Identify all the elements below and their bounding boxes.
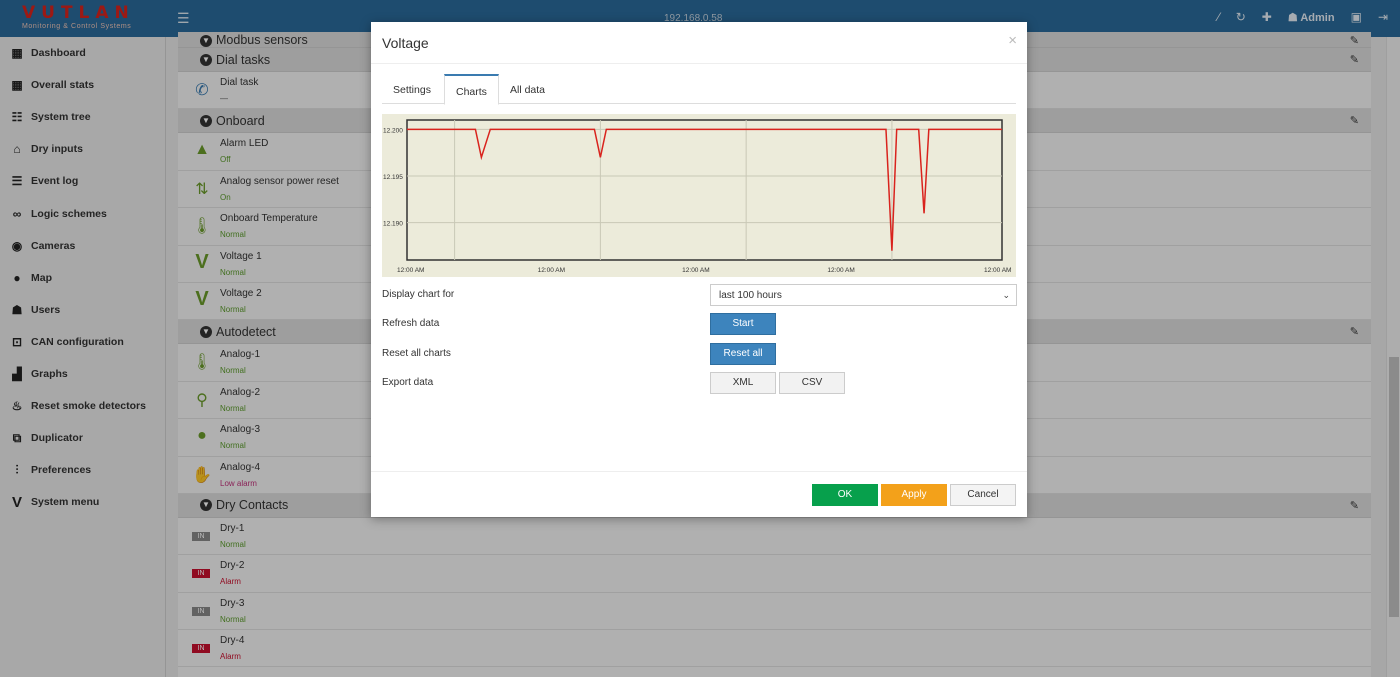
dialog-title: Voltage <box>382 35 429 51</box>
y-tick-label: 12.200 <box>383 127 403 134</box>
x-tick-label: 12:00 AM <box>827 267 854 274</box>
y-tick-label: 12.195 <box>383 174 403 181</box>
x-tick-label: 12:00 AM <box>397 267 424 274</box>
start-button[interactable]: Start <box>710 313 776 335</box>
x-tick-label: 12:00 AM <box>538 267 565 274</box>
voltage-dialog: Voltage × Settings Charts All data 12.20… <box>371 22 1027 517</box>
x-tick-label: 12:00 AM <box>682 267 709 274</box>
tab-charts[interactable]: Charts <box>444 74 499 105</box>
export-data-label: Export data <box>382 377 434 388</box>
ok-button[interactable]: OK <box>812 484 878 506</box>
chart-svg: 12.200 12.195 12.190 12:00 AM 12:00 AM 12:00 … <box>383 119 1011 274</box>
select-value: last 100 hours <box>719 290 782 301</box>
display-chart-label: Display chart for <box>382 289 455 300</box>
divider <box>371 63 1027 64</box>
export-csv-button[interactable]: CSV <box>779 372 845 394</box>
apply-button[interactable]: Apply <box>881 484 947 506</box>
divider <box>371 471 1027 472</box>
tab-settings[interactable]: Settings <box>382 74 442 104</box>
voltage-chart: 12.200 12.195 12.190 12:00 AM 12:00 AM 12:00 … <box>382 114 1016 277</box>
y-tick-label: 12.190 <box>383 221 403 228</box>
refresh-data-label: Refresh data <box>382 318 440 329</box>
cancel-button[interactable]: Cancel <box>950 484 1016 506</box>
x-tick-label: 12:00 AM <box>984 267 1011 274</box>
tab-all-data[interactable]: All data <box>499 74 556 104</box>
tab-bar: Settings Charts All data <box>382 74 1016 105</box>
display-period-select[interactable]: last 100 hours ⌄ <box>710 284 1017 306</box>
close-icon[interactable]: × <box>1008 32 1017 49</box>
export-xml-button[interactable]: XML <box>710 372 776 394</box>
reset-all-button[interactable]: Reset all <box>710 343 776 365</box>
reset-charts-label: Reset all charts <box>382 348 451 359</box>
plot-area <box>406 119 1003 261</box>
chevron-down-icon: ⌄ <box>1002 290 1010 300</box>
